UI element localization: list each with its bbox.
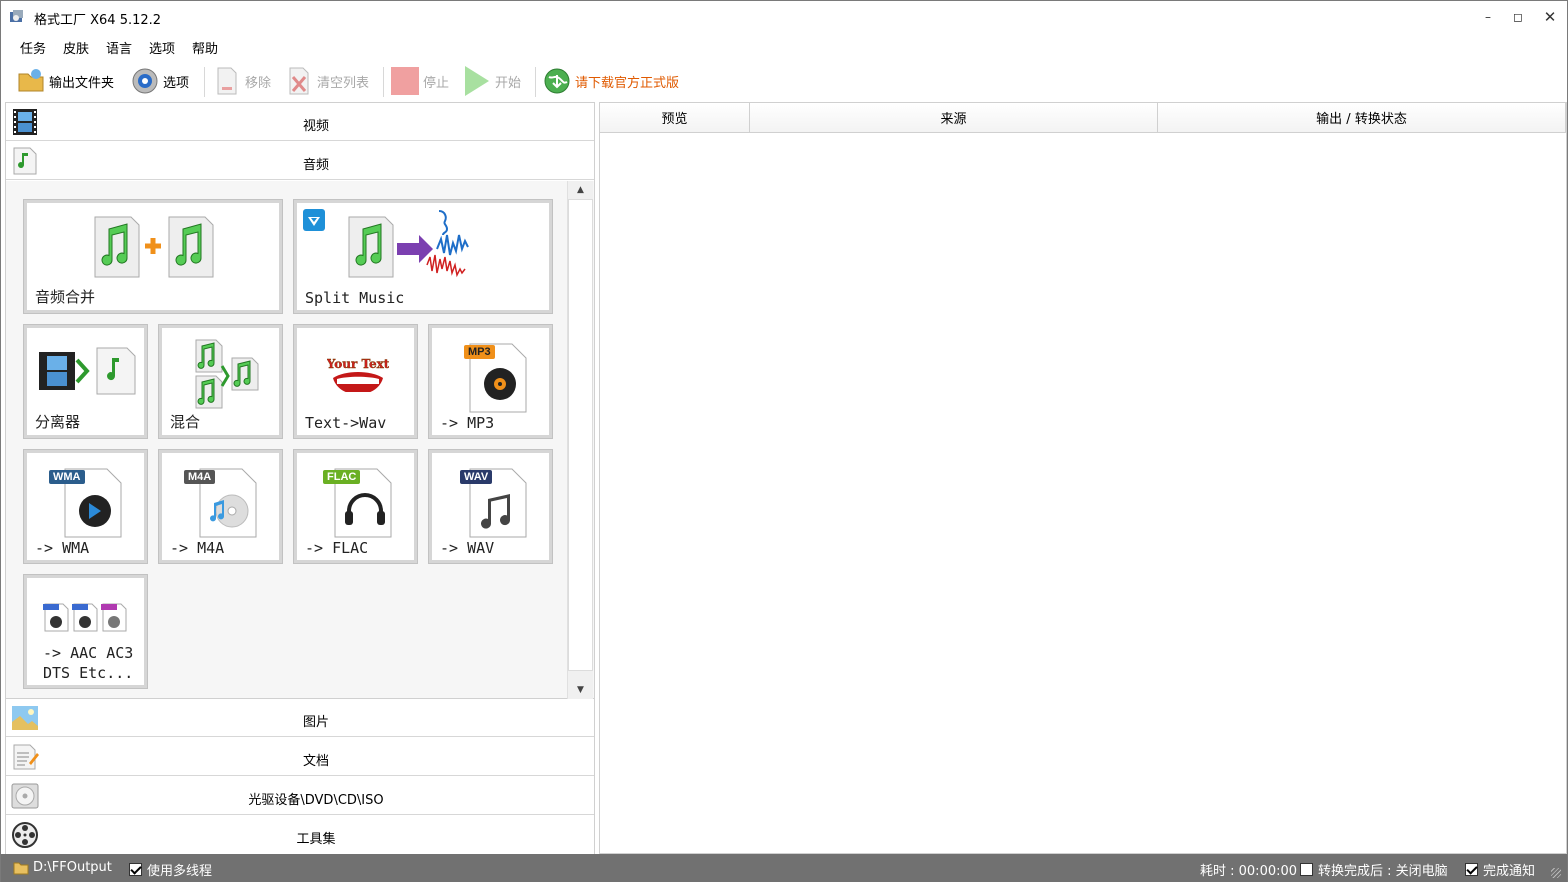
splitter-tile[interactable]: 分离器 [23, 324, 148, 439]
globe-download-icon [543, 67, 571, 95]
remove-button[interactable]: 移除 [213, 65, 271, 97]
menu-skin[interactable]: 皮肤 [63, 38, 89, 57]
task-list-panel: 预览 来源 输出 / 转换状态 [599, 102, 1567, 854]
to-flac-tile[interactable]: FLAC -> FLAC [293, 449, 418, 564]
toolbar-separator [204, 67, 205, 97]
category-disc[interactable]: 光驱设备\DVD\CD\ISO [6, 777, 594, 815]
to-m4a-tile[interactable]: M4A -> M4A [158, 449, 283, 564]
svg-text:Your Text: Your Text [327, 357, 389, 371]
resize-grip[interactable] [1551, 868, 1561, 878]
to-mp3-tile[interactable]: MP3 -> MP3 [428, 324, 553, 439]
gear-icon [131, 67, 159, 95]
play-icon [463, 66, 491, 96]
vip-badge-icon [303, 209, 325, 231]
scroll-up-arrow-icon[interactable]: ▲ [568, 181, 593, 199]
mix-tile[interactable]: 混合 [158, 324, 283, 439]
column-header-output-status[interactable]: 输出 / 转换状态 [1158, 103, 1566, 133]
status-bar: D:\FFOutput 使用多线程 耗时 : 00:00:00 转换完成后 : … [1, 854, 1567, 882]
menu-options[interactable]: 选项 [149, 38, 175, 57]
to-wav-tile[interactable]: WAV -> WAV [428, 449, 553, 564]
to-aac-ac3-dts-tile[interactable]: -> AAC AC3 DTS Etc... [23, 574, 148, 689]
options-button[interactable]: 选项 [131, 65, 189, 97]
toolbar-separator [535, 67, 536, 97]
notify-checkbox[interactable]: 完成通知 [1465, 860, 1535, 879]
folder-icon [17, 67, 45, 95]
aac-ac3-dts-icon [43, 603, 127, 632]
category-image[interactable]: 图片 [6, 699, 594, 737]
window-title: 格式工厂 X64 5.12.2 [34, 13, 162, 28]
video-to-audio-icon [39, 347, 136, 395]
app-icon [10, 10, 23, 22]
checkbox-unchecked-icon [1300, 863, 1313, 876]
vertical-scrollbar[interactable]: ▲ ▼ [567, 181, 593, 699]
checkbox-checked-icon [129, 863, 142, 876]
category-document[interactable]: 文档 [6, 738, 594, 776]
split-music-tile[interactable]: Split Music [293, 199, 553, 314]
scroll-down-arrow-icon[interactable]: ▼ [568, 681, 593, 699]
audio-merge-tile[interactable]: 音频合并 [23, 199, 283, 314]
scrollbar-thumb[interactable] [568, 199, 593, 671]
toolbar: 输出文件夹 选项 移除 清空列表 停止 开始 请下载官方正式版 [1, 61, 1567, 101]
multithread-checkbox[interactable]: 使用多线程 [129, 860, 212, 879]
elapsed-time: 耗时 : 00:00:00 [1200, 864, 1298, 879]
start-button[interactable]: 开始 [463, 65, 521, 97]
stop-icon [391, 67, 419, 95]
close-button[interactable]: ✕ [1533, 1, 1567, 33]
menu-bar: 任务 皮肤 语言 选项 帮助 [1, 35, 1567, 59]
clear-list-icon [285, 67, 313, 95]
output-path[interactable]: D:\FFOutput [13, 860, 112, 875]
checkbox-checked-icon [1465, 863, 1478, 876]
download-official-link[interactable]: 请下载官方正式版 [543, 65, 679, 97]
clear-list-button[interactable]: 清空列表 [285, 65, 369, 97]
menu-language[interactable]: 语言 [106, 38, 132, 57]
remove-file-icon [213, 67, 241, 95]
after-convert-checkbox[interactable]: 转换完成后 : 关闭电脑 [1300, 860, 1448, 879]
title-bar: 格式工厂 X64 5.12.2 – ◻ ✕ [1, 1, 1567, 33]
category-audio[interactable]: 音频 [6, 142, 594, 180]
split-music-icon [348, 210, 469, 278]
to-wma-tile[interactable]: WMA -> WMA [23, 449, 148, 564]
folder-icon [13, 862, 29, 874]
category-tools[interactable]: 工具集 [6, 816, 594, 854]
menu-help[interactable]: 帮助 [192, 38, 218, 57]
category-panel: 视频 音频 音频合并 Split Music 分离器 混合 Your Text … [5, 102, 595, 854]
output-folder-button[interactable]: 输出文件夹 [17, 65, 114, 97]
speaking-mouth-icon: Your Text [327, 357, 389, 395]
stop-button[interactable]: 停止 [391, 65, 449, 97]
maximize-button[interactable]: ◻ [1501, 1, 1535, 33]
text-to-wav-tile[interactable]: Your Text Text->Wav [293, 324, 418, 439]
audio-merge-icon [94, 216, 214, 278]
column-header-source[interactable]: 来源 [750, 103, 1158, 133]
audio-tools-area: 音频合并 Split Music 分离器 混合 Your Text Text->… [6, 181, 594, 699]
category-video[interactable]: 视频 [6, 103, 594, 141]
menu-task[interactable]: 任务 [20, 38, 46, 57]
app-window: 格式工厂 X64 5.12.2 – ◻ ✕ 任务 皮肤 语言 选项 帮助 输出文… [0, 0, 1568, 882]
toolbar-separator [383, 67, 384, 97]
minimize-button[interactable]: – [1471, 1, 1505, 33]
audio-mix-icon [195, 339, 259, 409]
column-header-preview[interactable]: 预览 [600, 103, 750, 133]
